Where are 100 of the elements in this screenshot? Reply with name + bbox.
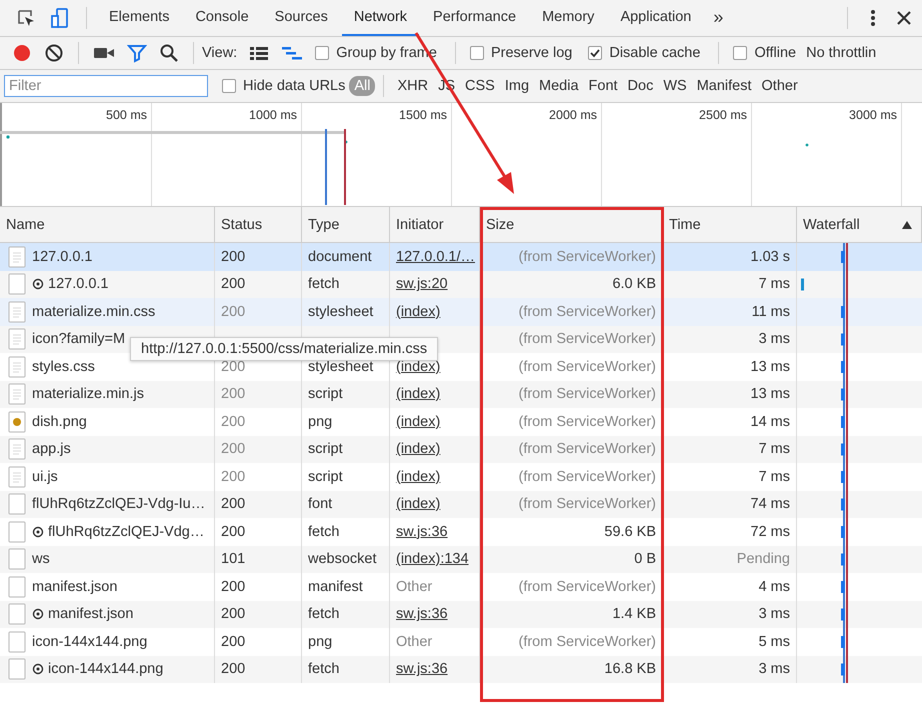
panel-tab[interactable]: Elements — [97, 0, 182, 36]
time-value: 7 ms — [758, 441, 790, 458]
search-icon[interactable] — [159, 43, 179, 63]
column-header[interactable]: Size — [480, 207, 663, 242]
type-filter-button[interactable]: Img — [500, 76, 534, 96]
filter-field[interactable]: Filter — [4, 75, 208, 97]
column-header[interactable]: Initiator — [390, 207, 480, 242]
file-icon — [8, 273, 26, 296]
panel-tab[interactable]: Memory — [530, 0, 606, 36]
checkbox-label: Hide data URLs — [243, 78, 346, 94]
size-value: (from ServiceWorker) — [518, 304, 656, 320]
type-filter-button[interactable]: WS — [658, 76, 692, 96]
column-header[interactable]: Time — [663, 207, 797, 242]
panel-tab[interactable]: Console — [183, 0, 261, 36]
request-type: stylesheet — [308, 304, 374, 320]
camera-icon[interactable] — [93, 45, 115, 61]
initiator-link[interactable]: sw.js:36 — [396, 606, 448, 622]
clear-icon[interactable] — [44, 43, 64, 63]
request-row[interactable]: 127.0.0.1 200 document 127.0.0.1/… (from ServiceWorker) 1.03 s — [0, 243, 922, 270]
column-header[interactable]: Type — [302, 207, 390, 242]
initiator-link[interactable]: 127.0.0.1/… — [396, 248, 475, 265]
checkbox[interactable] — [588, 46, 602, 60]
checkbox-label: Disable cache — [609, 45, 700, 61]
request-type: fetch — [308, 661, 340, 678]
panel-tab[interactable]: Performance — [421, 0, 528, 36]
checkbox[interactable] — [470, 46, 484, 60]
time-value: 5 ms — [758, 634, 790, 650]
request-type: script — [308, 441, 343, 458]
time-value: 7 ms — [758, 468, 790, 485]
request-row[interactable]: ws 101 websocket (index):134 0 B Pending — [0, 546, 922, 573]
panel-tab[interactable]: Sources — [262, 0, 340, 36]
request-row[interactable]: app.js 200 script (index) (from ServiceWorker) 7 ms — [0, 436, 922, 463]
file-icon — [8, 630, 26, 653]
time-value: Pending — [736, 551, 790, 568]
file-name: app.js — [32, 441, 71, 458]
throttling-dropdown[interactable]: No throttlin — [806, 45, 876, 61]
checkbox[interactable] — [222, 79, 236, 93]
initiator-link[interactable]: (index) — [396, 386, 440, 402]
document-icon — [8, 246, 26, 268]
panel-tab[interactable]: Application — [608, 0, 704, 36]
type-filter-button[interactable]: XHR — [392, 76, 434, 96]
type-filter-button[interactable]: Font — [584, 76, 623, 96]
initiator-link[interactable]: (index) — [396, 468, 440, 485]
column-header[interactable]: Status — [215, 207, 302, 242]
type-filter-button[interactable]: Manifest — [692, 76, 757, 96]
file-name: ui.js — [32, 468, 58, 485]
request-row[interactable]: manifest.json 200 fetch sw.js:36 1.4 KB 3 ms — [0, 600, 922, 628]
request-row[interactable]: icon-144x144.png 200 fetch sw.js:36 16.8 KB 3 ms — [0, 656, 922, 683]
file-name: 127.0.0.1 — [48, 276, 108, 292]
status-code: 200 — [221, 414, 246, 430]
request-row[interactable]: materialize.min.css 200 stylesheet (index) (from ServiceWorker) 11 ms — [0, 298, 922, 326]
time-value: 3 ms — [758, 661, 790, 678]
initiator-link[interactable]: sw.js:36 — [396, 524, 448, 540]
initiator-link[interactable]: (index) — [396, 414, 440, 430]
initiator-text: Other — [396, 634, 432, 650]
close-icon[interactable] — [896, 10, 912, 26]
inspect-icon[interactable] — [16, 8, 36, 28]
file-name: flUhRq6tzZclQEJ-Vdg-Iu… — [32, 496, 206, 512]
status-code: 200 — [221, 578, 246, 595]
type-filter-button[interactable]: Media — [534, 76, 584, 96]
time-value: 3 ms — [758, 331, 790, 348]
initiator-link[interactable]: sw.js:36 — [396, 661, 448, 678]
time-tick-label: 1000 ms — [249, 108, 297, 124]
filter-icon[interactable] — [127, 43, 147, 63]
time-tick-label: 2000 ms — [549, 108, 597, 124]
request-type: fetch — [308, 276, 340, 292]
initiator-link[interactable]: (index) — [396, 441, 440, 458]
initiator-link[interactable]: (index):134 — [396, 551, 469, 568]
request-row[interactable]: flUhRq6tzZclQEJ-Vdg-Iu… 200 font (index) (from ServiceWorker) 74 ms — [0, 490, 922, 518]
type-filter-button[interactable]: Other — [756, 76, 803, 96]
checkbox[interactable] — [315, 46, 330, 60]
type-filter-button[interactable]: CSS — [460, 76, 500, 96]
initiator-link[interactable]: (index) — [396, 304, 440, 320]
file-name: materialize.min.css — [32, 304, 156, 320]
column-header[interactable]: Waterfall — [797, 207, 922, 242]
list-view-icon[interactable] — [249, 45, 270, 61]
size-value: 0 B — [634, 551, 656, 568]
record-button[interactable] — [12, 43, 32, 63]
initiator-link[interactable]: (index) — [396, 358, 440, 375]
type-filter-button[interactable]: Doc — [622, 76, 658, 96]
checkbox[interactable] — [733, 46, 748, 60]
initiator-link[interactable]: (index) — [396, 496, 440, 512]
size-value: (from ServiceWorker) — [518, 634, 656, 650]
file-name: manifest.json — [48, 606, 134, 622]
time-tick-label: 1500 ms — [399, 108, 447, 124]
device-icon[interactable] — [50, 7, 70, 29]
file-icon — [8, 493, 26, 516]
status-code: 200 — [221, 441, 246, 458]
request-row[interactable]: 127.0.0.1 200 fetch sw.js:20 6.0 KB 7 ms — [0, 270, 922, 298]
checkbox-label: Offline — [754, 45, 796, 61]
more-tabs-button[interactable]: » — [705, 0, 732, 36]
waterfall-view-icon[interactable] — [281, 45, 304, 61]
sort-icon[interactable] — [901, 220, 913, 230]
column-header[interactable]: Name — [0, 207, 215, 242]
initiator-link[interactable]: sw.js:20 — [396, 276, 448, 292]
size-value: (from ServiceWorker) — [518, 248, 656, 265]
request-row[interactable]: materialize.min.js 200 script (index) (from ServiceWorker) 13 ms — [0, 380, 922, 408]
time-value: 3 ms — [758, 606, 790, 622]
more-options-icon[interactable] — [870, 8, 876, 28]
time-value: 13 ms — [750, 386, 790, 402]
